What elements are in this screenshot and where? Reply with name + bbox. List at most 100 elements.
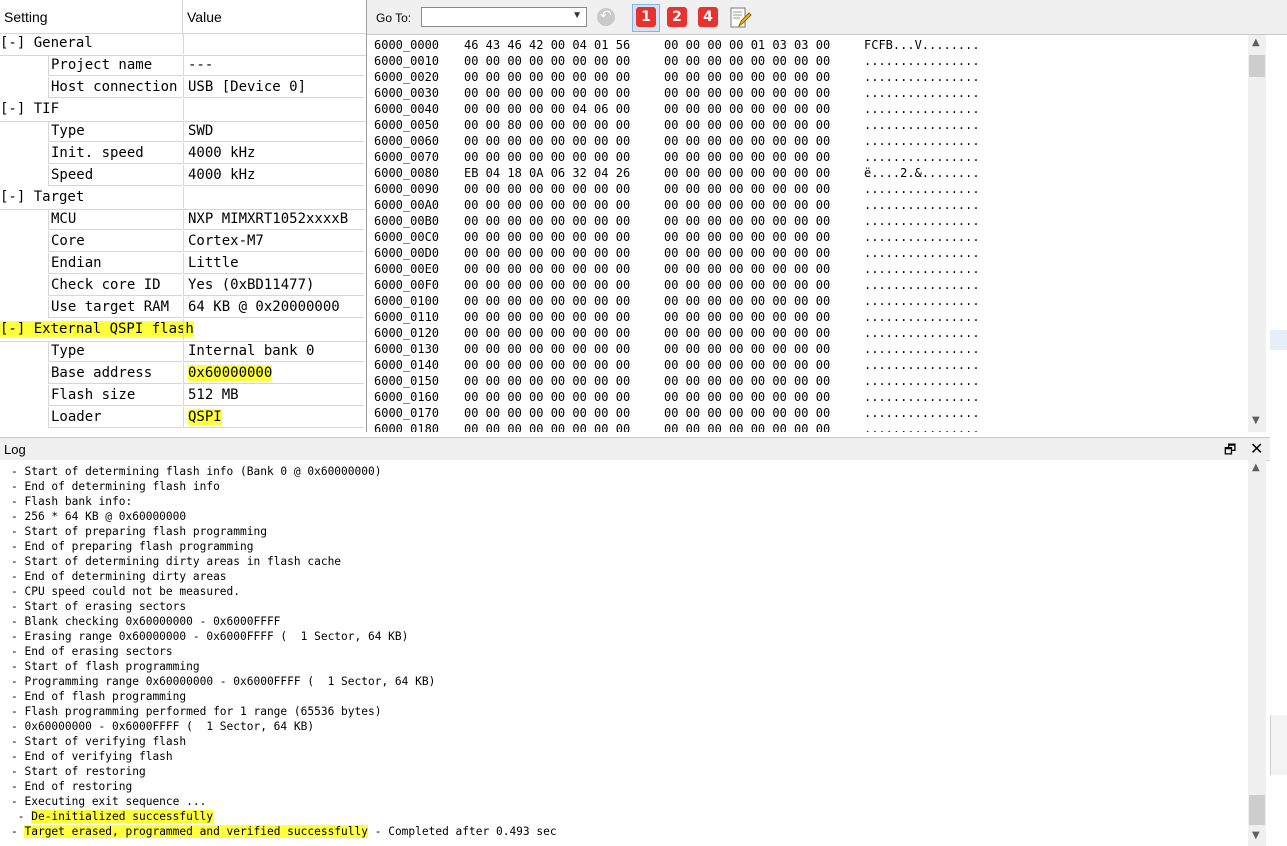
settings-group-row[interactable]: [-] General (0, 33, 366, 56)
memory-bytes-low[interactable]: 00 00 00 00 00 00 00 00 (464, 181, 630, 197)
chevron-down-icon[interactable]: ▼ (572, 10, 582, 21)
setting-value[interactable]: QSPI (183, 407, 364, 428)
settings-group-label[interactable]: [-] Target (0, 189, 84, 205)
settings-item-row[interactable]: Check core ID Yes (0xBD11477) (0, 275, 366, 297)
setting-value[interactable]: 4000 kHz (183, 143, 364, 164)
memory-bytes-low[interactable]: 00 00 00 00 00 04 06 00 (464, 101, 630, 117)
settings-item-row[interactable]: Init. speed 4000 kHz (0, 143, 366, 165)
memory-bytes-high[interactable]: 00 00 00 00 00 00 00 00 (664, 117, 830, 133)
view-1-byte-button[interactable]: 1 (636, 7, 656, 27)
memory-bytes-high[interactable]: 00 00 00 00 00 00 00 00 (664, 341, 830, 357)
memory-bytes-low[interactable]: 00 00 00 00 00 00 00 00 (464, 245, 630, 261)
memory-bytes-high[interactable]: 00 00 00 00 00 00 00 00 (664, 405, 830, 421)
memory-bytes-high[interactable]: 00 00 00 00 00 00 00 00 (664, 229, 830, 245)
view-4-byte-button[interactable]: 4 (698, 7, 718, 27)
settings-group-label[interactable]: [-] TIF (0, 101, 59, 117)
memory-bytes-high[interactable]: 00 00 00 00 00 00 00 00 (664, 389, 830, 405)
memory-bytes-low[interactable]: EB 04 18 0A 06 32 04 26 (464, 165, 630, 181)
edit-button[interactable] (728, 6, 752, 30)
settings-item-row[interactable]: Loader QSPI (0, 407, 366, 429)
memory-bytes-low[interactable]: 00 00 00 00 00 00 00 00 (464, 277, 630, 293)
memory-bytes-low[interactable]: 00 00 00 00 00 00 00 00 (464, 389, 630, 405)
memory-bytes-low[interactable]: 00 00 00 00 00 00 00 00 (464, 85, 630, 101)
settings-group-label[interactable]: [-] External QSPI flash (0, 321, 194, 337)
settings-group-row[interactable]: [-] TIF (0, 99, 366, 122)
memory-bytes-high[interactable]: 00 00 00 00 00 00 00 00 (664, 261, 830, 277)
memory-bytes-high[interactable]: 00 00 00 00 00 00 00 00 (664, 181, 830, 197)
memory-bytes-low[interactable]: 00 00 80 00 00 00 00 00 (464, 117, 630, 133)
memory-hex-view[interactable]: 6000_0000 46 43 46 42 00 04 01 56 00 00 00… (371, 35, 1247, 432)
memory-bytes-low[interactable]: 00 00 00 00 00 00 00 00 (464, 229, 630, 245)
settings-group-label[interactable]: [-] General (0, 35, 93, 51)
memory-bytes-low[interactable]: 00 00 00 00 00 00 00 00 (464, 357, 630, 373)
memory-bytes-low[interactable]: 00 00 00 00 00 00 00 00 (464, 405, 630, 421)
setting-value[interactable]: 4000 kHz (183, 165, 364, 186)
settings-item-row[interactable]: MCU NXP MIMXRT1052xxxxB (0, 209, 366, 231)
memory-bytes-high[interactable]: 00 00 00 00 00 00 00 00 (664, 165, 830, 181)
view-2-byte-button[interactable]: 2 (667, 7, 687, 27)
setting-value[interactable]: NXP MIMXRT1052xxxxB (183, 209, 364, 230)
memory-bytes-high[interactable]: 00 00 00 00 00 00 00 00 (664, 277, 830, 293)
setting-value[interactable]: Yes (0xBD11477) (183, 275, 364, 296)
scroll-up-icon[interactable]: ▲ (1252, 37, 1260, 48)
settings-group-row[interactable]: [-] External QSPI flash (0, 319, 366, 342)
settings-item-row[interactable]: Type Internal bank 0 (0, 341, 366, 363)
memory-bytes-high[interactable]: 00 00 00 00 00 00 00 00 (664, 245, 830, 261)
settings-item-row[interactable]: Endian Little (0, 253, 366, 275)
value-column-header[interactable]: Value (187, 9, 222, 25)
settings-item-row[interactable]: Core Cortex-M7 (0, 231, 366, 253)
memory-bytes-high[interactable]: 00 00 00 00 00 00 00 00 (664, 309, 830, 325)
setting-value[interactable]: 0x60000000 (183, 363, 364, 384)
memory-bytes-high[interactable]: 00 00 00 00 00 00 00 00 (664, 373, 830, 389)
settings-item-row[interactable]: Type SWD (0, 121, 366, 143)
setting-value[interactable]: Little (183, 253, 364, 274)
setting-value[interactable]: USB [Device 0] (183, 77, 364, 98)
memory-bytes-low[interactable]: 00 00 00 00 00 00 00 00 (464, 53, 630, 69)
setting-value[interactable]: Internal bank 0 (183, 341, 364, 362)
memory-bytes-high[interactable]: 00 00 00 00 00 00 00 00 (664, 421, 830, 432)
memory-bytes-high[interactable]: 00 00 00 00 00 00 00 00 (664, 133, 830, 149)
memory-bytes-low[interactable]: 00 00 00 00 00 00 00 00 (464, 373, 630, 389)
log-output[interactable]: - Start of determining flash info (Bank … (0, 460, 1248, 846)
settings-item-row[interactable]: Flash size 512 MB (0, 385, 366, 407)
memory-bytes-low[interactable]: 00 00 00 00 00 00 00 00 (464, 309, 630, 325)
back-button[interactable]: ↶ (595, 6, 619, 30)
memory-bytes-low[interactable]: 00 00 00 00 00 00 00 00 (464, 149, 630, 165)
close-icon[interactable]: ✕ (1250, 439, 1263, 458)
memory-bytes-low[interactable]: 00 00 00 00 00 00 00 00 (464, 421, 630, 432)
scrollbar-thumb[interactable] (1249, 795, 1265, 825)
memory-bytes-low[interactable]: 00 00 00 00 00 00 00 00 (464, 341, 630, 357)
setting-column-header[interactable]: Setting (4, 9, 48, 25)
memory-bytes-low[interactable]: 00 00 00 00 00 00 00 00 (464, 133, 630, 149)
scroll-up-icon[interactable]: ▲ (1252, 462, 1260, 473)
setting-value[interactable]: Cortex-M7 (183, 231, 364, 252)
settings-item-row[interactable]: Speed 4000 kHz (0, 165, 366, 187)
memory-bytes-high[interactable]: 00 00 00 00 00 00 00 00 (664, 101, 830, 117)
column-divider[interactable] (182, 0, 183, 33)
settings-item-row[interactable]: Use target RAM 64 KB @ 0x20000000 (0, 297, 366, 319)
settings-group-row[interactable]: [-] Target (0, 187, 366, 210)
memory-bytes-high[interactable]: 00 00 00 00 00 00 00 00 (664, 357, 830, 373)
memory-bytes-high[interactable]: 00 00 00 00 00 00 00 00 (664, 85, 830, 101)
memory-bytes-high[interactable]: 00 00 00 00 00 00 00 00 (664, 197, 830, 213)
settings-item-row[interactable]: Project name --- (0, 55, 366, 77)
memory-bytes-high[interactable]: 00 00 00 00 00 00 00 00 (664, 149, 830, 165)
scroll-down-icon[interactable]: ▼ (1252, 415, 1260, 426)
memory-bytes-high[interactable]: 00 00 00 00 00 00 00 00 (664, 213, 830, 229)
settings-item-row[interactable]: Host connection USB [Device 0] (0, 77, 366, 99)
settings-item-row[interactable]: Base address 0x60000000 (0, 363, 366, 385)
memory-bytes-high[interactable]: 00 00 00 00 00 00 00 00 (664, 293, 830, 309)
memory-bytes-low[interactable]: 00 00 00 00 00 00 00 00 (464, 293, 630, 309)
memory-bytes-high[interactable]: 00 00 00 00 01 03 03 00 (664, 37, 830, 53)
memory-scrollbar[interactable]: ▲ ▼ (1248, 35, 1266, 432)
memory-bytes-low[interactable]: 46 43 46 42 00 04 01 56 (464, 37, 630, 53)
memory-bytes-low[interactable]: 00 00 00 00 00 00 00 00 (464, 197, 630, 213)
log-scrollbar[interactable]: ▲ ▼ (1248, 460, 1266, 846)
memory-bytes-high[interactable]: 00 00 00 00 00 00 00 00 (664, 325, 830, 341)
memory-bytes-low[interactable]: 00 00 00 00 00 00 00 00 (464, 69, 630, 85)
memory-bytes-high[interactable]: 00 00 00 00 00 00 00 00 (664, 69, 830, 85)
memory-bytes-high[interactable]: 00 00 00 00 00 00 00 00 (664, 53, 830, 69)
setting-value[interactable]: 64 KB @ 0x20000000 (183, 297, 364, 318)
memory-bytes-low[interactable]: 00 00 00 00 00 00 00 00 (464, 325, 630, 341)
scrollbar-thumb[interactable] (1249, 55, 1265, 77)
